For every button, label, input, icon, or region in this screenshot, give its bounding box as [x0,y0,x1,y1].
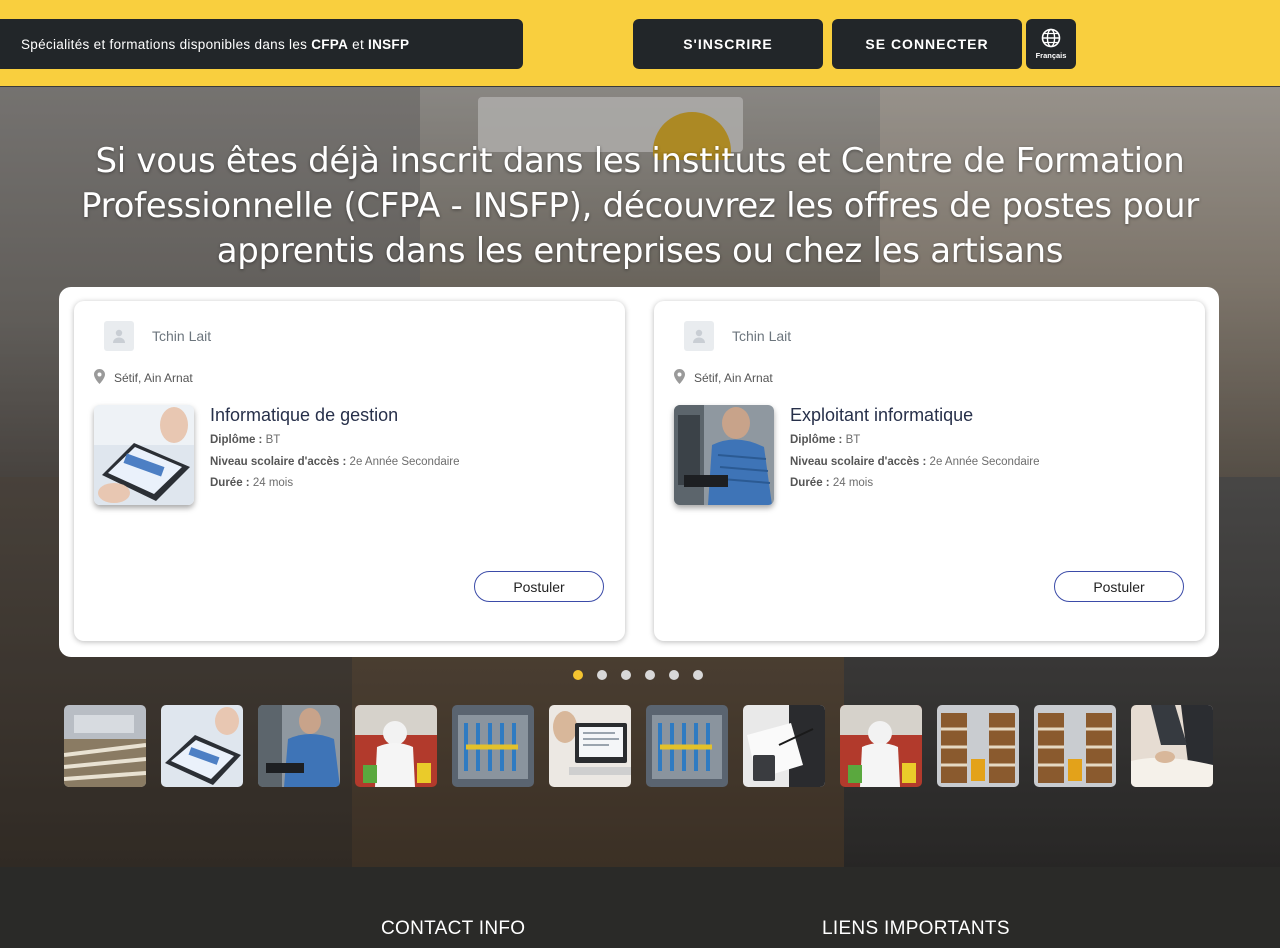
offer-title[interactable]: Informatique de gestion [210,405,398,426]
footer: CONTACT INFO LIENS IMPORTANTS [0,867,1280,948]
offers-carousel: Tchin Lait Sétif, Ain Arnat Informatique… [59,287,1219,657]
specialty-thumbnail[interactable] [646,705,728,787]
carousel-dot[interactable] [693,670,703,680]
user-icon [693,329,705,343]
specialties-insfp: INSFP [368,36,410,52]
level-line: Niveau scolaire d'accès : 2e Année Secon… [210,456,460,468]
specialties-button[interactable]: Spécialités et formations disponibles da… [0,19,523,69]
specialties-prefix: Spécialités et formations disponibles da… [21,36,308,52]
user-icon [113,329,125,343]
specialty-thumbnail[interactable] [64,705,146,787]
language-button[interactable]: Français [1026,19,1076,69]
location-pin-icon [94,369,105,384]
language-label: Français [1035,51,1067,60]
offer-card: Tchin Lait Sétif, Ain Arnat Informatique… [74,301,625,641]
specialty-thumbnail[interactable] [452,705,534,787]
login-button[interactable]: SE CONNECTER [832,19,1022,69]
specialty-thumbnails [64,705,1213,787]
specialties-mid: et [352,36,365,52]
offer-title[interactable]: Exploitant informatique [790,405,973,426]
company-avatar [104,321,134,351]
offer-image [94,405,194,505]
specialty-thumbnail[interactable] [549,705,631,787]
carousel-dot[interactable] [621,670,631,680]
apply-button[interactable]: Postuler [1054,571,1184,602]
apply-button[interactable]: Postuler [474,571,604,602]
offer-card: Tchin Lait Sétif, Ain Arnat Exploitant i… [654,301,1205,641]
offer-image [674,405,774,505]
duration-line: Durée : 24 mois [790,477,874,489]
hero-title: Si vous êtes déjà inscrit dans les insti… [81,141,1199,271]
specialty-thumbnail[interactable] [937,705,1019,787]
duration-line: Durée : 24 mois [210,477,294,489]
carousel-dot[interactable] [573,670,583,680]
company-avatar [684,321,714,351]
location-text: Sétif, Ain Arnat [694,371,773,385]
footer-links-heading: LIENS IMPORTANTS [822,918,1010,939]
specialty-thumbnail[interactable] [258,705,340,787]
location-pin-icon [674,369,685,384]
specialty-thumbnail[interactable] [161,705,243,787]
signup-button[interactable]: S'INSCRIRE [633,19,823,69]
specialty-thumbnail[interactable] [1131,705,1213,787]
specialty-thumbnail[interactable] [1034,705,1116,787]
hero-section: Si vous êtes déjà inscrit dans les insti… [0,87,1280,867]
specialty-thumbnail[interactable] [840,705,922,787]
carousel-dot[interactable] [645,670,655,680]
specialty-thumbnail[interactable] [355,705,437,787]
top-bar: Spécialités et formations disponibles da… [0,0,1280,87]
diploma-line: Diplôme : BT [210,434,281,446]
company-name: Tchin Lait [732,328,792,344]
diploma-line: Diplôme : BT [790,434,861,446]
carousel-dot[interactable] [597,670,607,680]
carousel-dots [573,670,703,680]
location-text: Sétif, Ain Arnat [114,371,193,385]
globe-icon [1041,28,1061,48]
specialties-cfpa: CFPA [311,36,349,52]
company-name: Tchin Lait [152,328,212,344]
footer-contact-heading: CONTACT INFO [381,918,526,939]
carousel-dot[interactable] [669,670,679,680]
specialty-thumbnail[interactable] [743,705,825,787]
level-line: Niveau scolaire d'accès : 2e Année Secon… [790,456,1040,468]
